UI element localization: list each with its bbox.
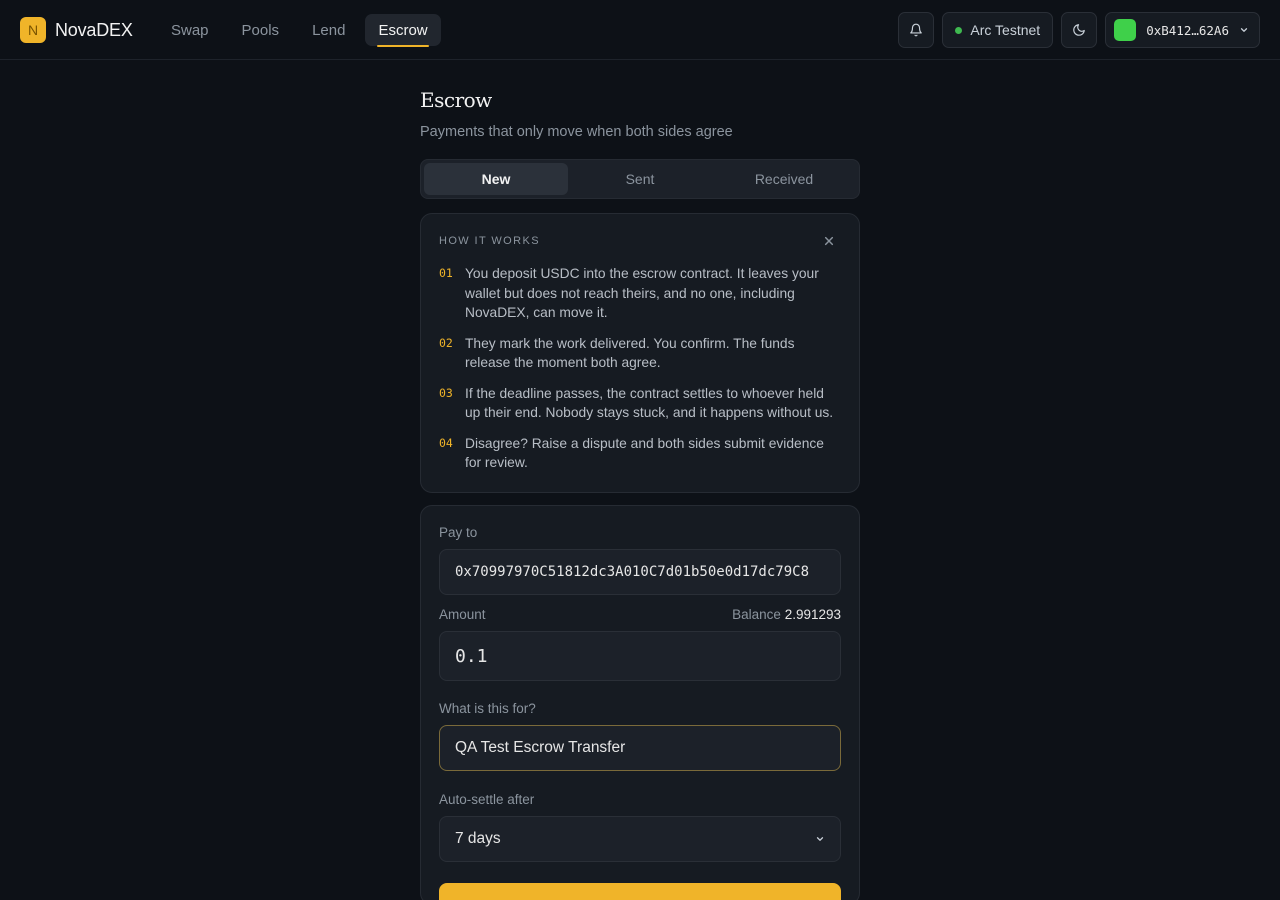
page-subtitle: Payments that only move when both sides … <box>420 124 733 140</box>
chevron-down-icon <box>816 837 824 841</box>
nav-pools[interactable]: Pools <box>229 14 293 46</box>
amount-label-row: Amount Balance 2.991293 <box>439 607 841 622</box>
amount-input[interactable]: 0.1 <box>439 631 841 681</box>
autosettle-label: Auto-settle after <box>439 792 535 807</box>
step-text: Disagree? Raise a dispute and both sides… <box>465 435 824 471</box>
top-navigation-bar: N NovaDEX Swap Pools Lend Escrow Arc Tes… <box>0 0 1280 60</box>
nav-lend[interactable]: Lend <box>299 14 358 46</box>
moon-icon <box>1073 24 1086 36</box>
pay-to-input[interactable]: 0x70997970C51812dc3A010C7d01b50e0d17dc79… <box>439 549 841 595</box>
list-item: 04 Disagree? Raise a dispute and both si… <box>439 434 841 473</box>
page-title: Escrow <box>420 88 492 112</box>
bell-icon <box>910 23 923 37</box>
steps-list: 01 You deposit USDC into the escrow cont… <box>439 264 841 473</box>
brand[interactable]: N NovaDEX <box>20 17 133 43</box>
wallet-address: 0xB412…62A6 <box>1146 22 1229 38</box>
step-number: 01 <box>439 266 453 280</box>
step-text: If the deadline passes, the contract set… <box>465 385 834 421</box>
purpose-input[interactable]: QA Test Escrow Transfer <box>439 725 841 771</box>
list-item: 02 They mark the work delivered. You con… <box>439 334 841 373</box>
step-number: 02 <box>439 335 453 350</box>
list-item: 03 If the deadline passes, the contract … <box>439 384 841 423</box>
chevron-down-icon <box>1240 28 1248 32</box>
main-nav: Swap Pools Lend Escrow <box>158 14 448 47</box>
balance-display: Balance 2.991293 <box>732 607 841 622</box>
escrow-tabs: New Sent Received <box>420 159 860 199</box>
brand-logo: N <box>20 17 46 43</box>
balance-label: Balance <box>732 607 781 622</box>
step-number: 04 <box>439 435 453 450</box>
theme-toggle-button[interactable] <box>1061 12 1098 48</box>
brand-name: NovaDEX <box>55 19 133 40</box>
list-item: 01 You deposit USDC into the escrow cont… <box>439 264 841 323</box>
wallet-button[interactable]: 0xB412…62A6 <box>1105 12 1260 48</box>
avatar <box>1114 19 1137 41</box>
tab-received[interactable]: Received <box>712 163 856 195</box>
how-it-works-panel: HOW IT WORKS 01 You deposit USDC into th… <box>420 213 860 493</box>
network-status-dot <box>955 26 963 34</box>
autosettle-value: 7 days <box>455 830 501 847</box>
step-number: 03 <box>439 385 453 400</box>
amount-label: Amount <box>439 607 486 622</box>
nav-escrow[interactable]: Escrow <box>365 14 441 47</box>
autosettle-select[interactable]: 7 days <box>439 816 841 862</box>
pay-to-label: Pay to <box>439 525 478 540</box>
how-it-works-title: HOW IT WORKS <box>439 235 540 247</box>
step-text: They mark the work delivered. You confir… <box>465 335 795 371</box>
balance-value: 2.991293 <box>784 607 841 622</box>
create-escrow-button[interactable] <box>439 883 841 900</box>
tab-new[interactable]: New <box>424 163 568 195</box>
close-icon[interactable] <box>821 233 837 249</box>
network-selector[interactable]: Arc Testnet <box>942 12 1054 48</box>
purpose-label: What is this for? <box>439 701 536 716</box>
step-text: You deposit USDC into the escrow contrac… <box>465 266 819 320</box>
nav-swap[interactable]: Swap <box>158 14 222 46</box>
header-tools: Arc Testnet 0xB412…62A6 <box>890 12 1260 48</box>
escrow-main: Escrow Payments that only move when both… <box>420 88 860 900</box>
escrow-form: Pay to 0x70997970C51812dc3A010C7d01b50e0… <box>420 505 860 900</box>
notifications-button[interactable] <box>898 12 935 48</box>
network-name: Arc Testnet <box>970 22 1041 38</box>
tab-sent[interactable]: Sent <box>568 163 712 195</box>
